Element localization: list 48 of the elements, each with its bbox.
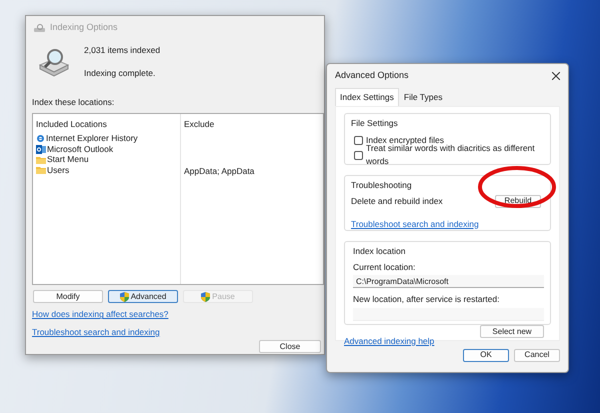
dialog-button[interactable]: Cancel (514, 348, 560, 362)
help-link[interactable]: How does indexing affect searches? (32, 308, 324, 321)
location-name: Microsoft Outlook (47, 143, 114, 156)
location-name: Users (47, 164, 70, 177)
column-header: Included Locations (36, 118, 108, 131)
current-location-label: Current location: (353, 260, 416, 274)
folder-icon (36, 156, 46, 164)
current-location-field[interactable]: C:\ProgramData\Microsoft (353, 275, 544, 288)
location-item[interactable]: Microsoft Outlook (36, 144, 177, 154)
drive-search-icon (38, 46, 70, 77)
folder-icon (36, 166, 46, 174)
checkbox[interactable] (354, 136, 363, 144)
new-location-label: New location, after service is restarted: (353, 293, 500, 306)
tab[interactable]: File Types (398, 88, 448, 106)
help-link[interactable]: Troubleshoot search and indexing (32, 326, 324, 339)
location-item[interactable]: Internet Explorer History (36, 133, 177, 144)
dialog-button[interactable]: OK (463, 348, 509, 362)
group-title: Index location (353, 244, 406, 258)
shield-icon (201, 292, 210, 302)
action-button[interactable]: Modify (33, 290, 103, 304)
checkbox-label: Index encrypted files (366, 134, 444, 145)
action-button[interactable]: Advanced (108, 290, 178, 304)
location-item[interactable]: Users (36, 165, 177, 176)
checkbox-label: Treat similar words with diacritics as different words (366, 143, 536, 168)
select-new-button[interactable]: Select new (480, 325, 544, 338)
rebuild-description: Delete and rebuild index (351, 194, 443, 208)
close-button[interactable]: Close (259, 340, 321, 353)
group-title: Troubleshooting (351, 178, 413, 192)
exclude-value: AppData; AppData (184, 166, 254, 176)
dialog-title: Advanced Options (335, 69, 409, 82)
globe-ring-icon (36, 134, 45, 143)
window-title: Indexing Options (50, 21, 118, 34)
advanced-help-link[interactable]: Advanced indexing help (344, 334, 434, 348)
group-title: File Settings (351, 116, 399, 130)
indexing-status: Indexing complete. (84, 66, 156, 80)
close-icon[interactable] (552, 72, 560, 80)
shield-icon (120, 292, 129, 302)
drive-search-icon (34, 24, 45, 32)
location-name: Internet Explorer History (46, 132, 138, 145)
troubleshoot-link[interactable]: Troubleshoot search and indexing (351, 218, 479, 230)
location-item[interactable]: Start Menu (36, 154, 177, 166)
mail-app-icon (36, 144, 46, 154)
tab[interactable]: Index Settings (335, 88, 399, 106)
locations-label: Index these locations: (31, 96, 116, 108)
column-header: Exclude (184, 118, 216, 131)
checkbox[interactable] (354, 150, 363, 160)
location-name: Start Menu (47, 153, 89, 166)
items-count: 2,031 items indexed (84, 44, 160, 57)
